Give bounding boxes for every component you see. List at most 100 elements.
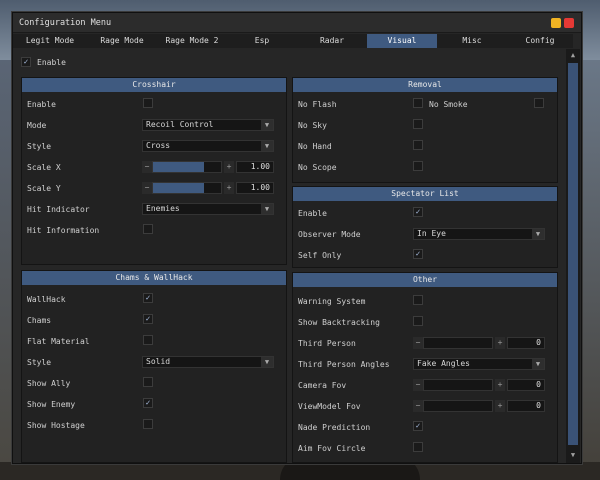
- close-button[interactable]: [564, 18, 574, 28]
- chevron-down-icon: ▼: [532, 229, 544, 239]
- check-icon: ✓: [145, 398, 151, 407]
- minus-icon[interactable]: −: [413, 337, 423, 349]
- plus-icon[interactable]: +: [495, 400, 505, 412]
- show-ally-checkbox[interactable]: [143, 377, 153, 387]
- no-smoke-checkbox[interactable]: [534, 98, 544, 108]
- minus-icon[interactable]: −: [142, 161, 152, 173]
- hit-information-label: Hit Information: [27, 226, 100, 235]
- crosshair-mode-select[interactable]: Recoil Control ▼: [142, 119, 274, 131]
- minimize-button[interactable]: [551, 18, 561, 28]
- minus-icon[interactable]: −: [413, 400, 423, 412]
- crosshair-enable-checkbox[interactable]: [143, 98, 153, 108]
- hit-information-checkbox[interactable]: [143, 224, 153, 234]
- title-bar[interactable]: Configuration Menu: [13, 13, 581, 33]
- chams-label: Chams: [27, 316, 52, 325]
- show-hostage-label: Show Hostage: [27, 421, 85, 430]
- scroll-down-icon[interactable]: ▼: [566, 449, 580, 461]
- tab-bar: Legit Mode Rage Mode Rage Mode 2 Esp Rad…: [13, 34, 573, 48]
- background-right: [580, 60, 600, 480]
- tab-visual[interactable]: Visual: [367, 34, 437, 48]
- viewmodel-fov-slider[interactable]: − + 0: [413, 400, 545, 412]
- show-enemy-checkbox[interactable]: ✓: [143, 398, 153, 408]
- removal-panel: Removal No Flash No Smoke No Sky No Hand…: [292, 77, 558, 183]
- crosshair-enable-label: Enable: [27, 100, 56, 109]
- camera-fov-track[interactable]: [423, 379, 493, 391]
- crosshair-mode-label: Mode: [27, 121, 47, 130]
- check-icon: ✓: [23, 57, 29, 66]
- third-person-angles-label: Third Person Angles: [298, 360, 390, 369]
- plus-icon[interactable]: +: [495, 337, 505, 349]
- show-backtracking-checkbox[interactable]: [413, 316, 423, 326]
- viewmodel-fov-label: ViewModel Fov: [298, 402, 361, 411]
- aim-fov-circle-label: Aim Fov Circle: [298, 444, 366, 453]
- tab-radar[interactable]: Radar: [297, 34, 367, 48]
- no-sky-checkbox[interactable]: [413, 119, 423, 129]
- hit-indicator-select[interactable]: Enemies ▼: [142, 203, 274, 215]
- crosshair-style-value: Cross: [146, 141, 171, 150]
- scale-y-fill: [153, 183, 204, 193]
- warning-system-checkbox[interactable]: [413, 295, 423, 305]
- wallhack-checkbox[interactable]: ✓: [143, 293, 153, 303]
- viewmodel-fov-track[interactable]: [423, 400, 493, 412]
- tab-misc[interactable]: Misc: [437, 34, 507, 48]
- third-person-value[interactable]: 0: [507, 337, 545, 349]
- scale-y-value[interactable]: 1.00: [236, 182, 274, 194]
- minus-icon[interactable]: −: [413, 379, 423, 391]
- scale-y-label: Scale Y: [27, 184, 61, 193]
- camera-fov-label: Camera Fov: [298, 381, 347, 390]
- window-title: Configuration Menu: [19, 18, 112, 28]
- other-panel: Other Warning System Show Backtracking T…: [292, 272, 558, 463]
- tab-esp[interactable]: Esp: [227, 34, 297, 48]
- plus-icon[interactable]: +: [495, 379, 505, 391]
- scrollbar[interactable]: ▲ ▼: [566, 49, 580, 463]
- crosshair-mode-value: Recoil Control: [146, 120, 214, 129]
- wallhack-label: WallHack: [27, 295, 66, 304]
- scale-y-track[interactable]: [152, 182, 222, 194]
- flat-material-label: Flat Material: [27, 337, 90, 346]
- enable-label: Enable: [37, 58, 66, 67]
- plus-icon[interactable]: +: [224, 161, 234, 173]
- self-only-checkbox[interactable]: ✓: [413, 249, 423, 259]
- chams-checkbox[interactable]: ✓: [143, 314, 153, 324]
- plus-icon[interactable]: +: [224, 182, 234, 194]
- scale-y-slider[interactable]: − + 1.00: [142, 182, 274, 194]
- minus-icon[interactable]: −: [142, 182, 152, 194]
- check-icon: ✓: [145, 293, 151, 302]
- nade-prediction-checkbox[interactable]: ✓: [413, 421, 423, 431]
- tab-config[interactable]: Config: [507, 34, 573, 48]
- viewmodel-fov-value[interactable]: 0: [507, 400, 545, 412]
- spectator-panel: Spectator List Enable ✓ Observer Mode In…: [292, 186, 558, 268]
- tab-rage-mode-2[interactable]: Rage Mode 2: [157, 34, 227, 48]
- check-icon: ✓: [415, 421, 421, 430]
- hit-indicator-value: Enemies: [146, 204, 180, 213]
- scale-x-slider[interactable]: − + 1.00: [142, 161, 274, 173]
- no-hand-checkbox[interactable]: [413, 140, 423, 150]
- flat-material-checkbox[interactable]: [143, 335, 153, 345]
- third-person-slider[interactable]: − + 0: [413, 337, 545, 349]
- no-scope-checkbox[interactable]: [413, 161, 423, 171]
- scale-x-value[interactable]: 1.00: [236, 161, 274, 173]
- chams-style-value: Solid: [146, 357, 171, 366]
- camera-fov-value[interactable]: 0: [507, 379, 545, 391]
- show-hostage-checkbox[interactable]: [143, 419, 153, 429]
- third-person-track[interactable]: [423, 337, 493, 349]
- tab-legit-mode[interactable]: Legit Mode: [13, 34, 87, 48]
- observer-mode-value: In Eye: [417, 229, 446, 238]
- third-person-angles-value: Fake Angles: [417, 359, 470, 368]
- chams-style-select[interactable]: Solid ▼: [142, 356, 274, 368]
- tab-rage-mode[interactable]: Rage Mode: [87, 34, 157, 48]
- enable-checkbox[interactable]: ✓: [21, 57, 31, 67]
- no-scope-label: No Scope: [298, 163, 337, 172]
- observer-mode-select[interactable]: In Eye ▼: [413, 228, 545, 240]
- scale-x-track[interactable]: [152, 161, 222, 173]
- no-flash-checkbox[interactable]: [413, 98, 423, 108]
- crosshair-style-select[interactable]: Cross ▼: [142, 140, 274, 152]
- scroll-up-icon[interactable]: ▲: [566, 49, 580, 61]
- configuration-window: Configuration Menu Legit Mode Rage Mode …: [12, 12, 582, 464]
- scroll-thumb[interactable]: [568, 63, 578, 445]
- aim-fov-circle-checkbox[interactable]: [413, 442, 423, 452]
- chevron-down-icon: ▼: [261, 357, 273, 367]
- camera-fov-slider[interactable]: − + 0: [413, 379, 545, 391]
- spectator-enable-checkbox[interactable]: ✓: [413, 207, 423, 217]
- third-person-angles-select[interactable]: Fake Angles ▼: [413, 358, 545, 370]
